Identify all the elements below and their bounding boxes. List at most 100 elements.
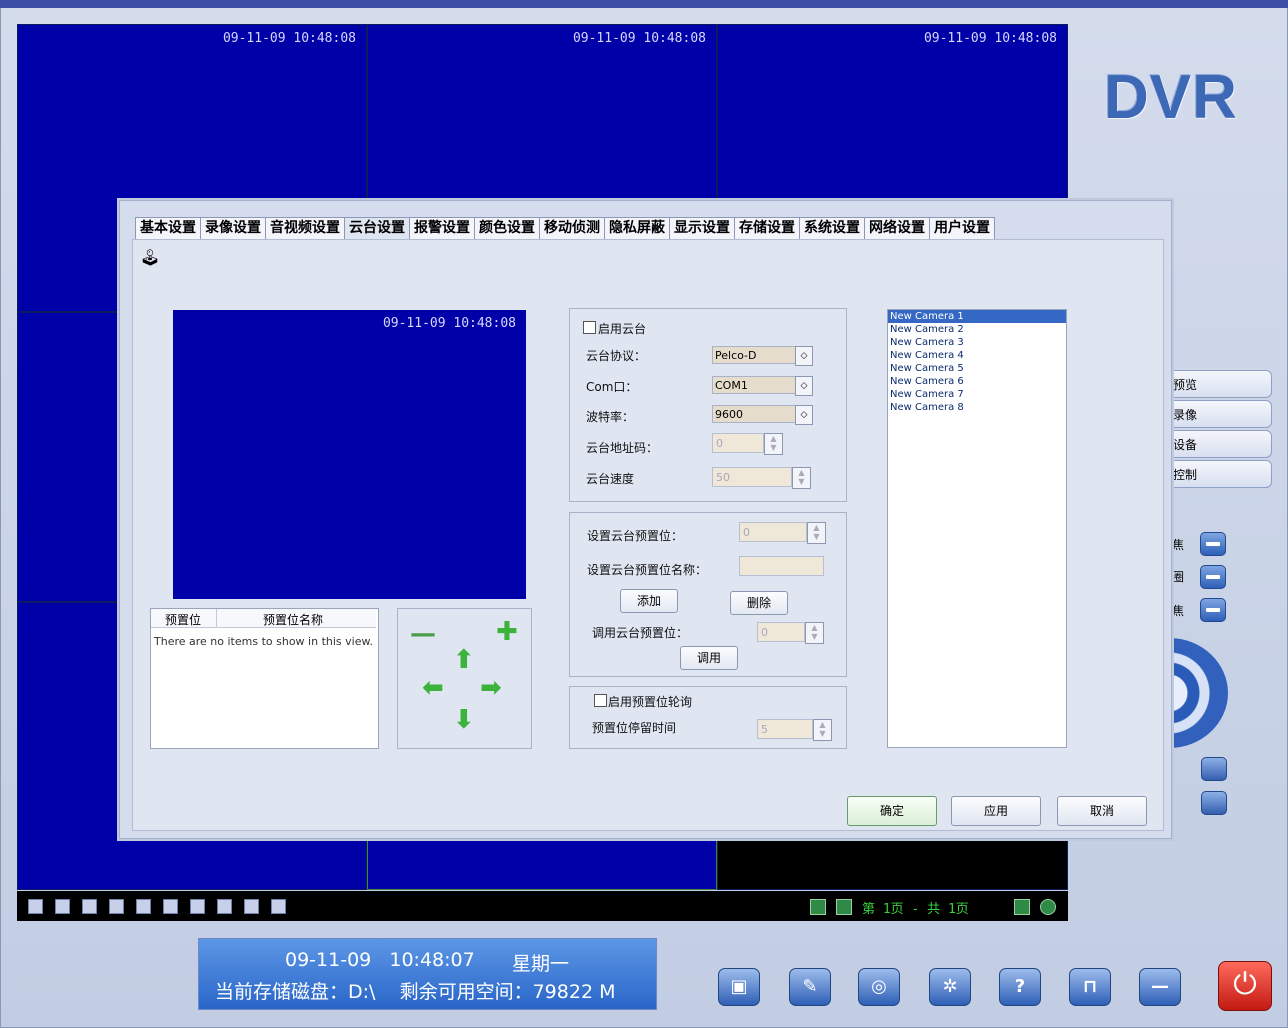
layout-8-icon[interactable] xyxy=(109,899,124,914)
dropdown-icon[interactable]: ◇ xyxy=(795,376,813,396)
next-page-icon[interactable] xyxy=(836,899,852,915)
tab-audio-video[interactable]: 音视频设置 xyxy=(265,217,345,239)
settings-button[interactable]: ✲ xyxy=(929,968,971,1006)
snapshot-button[interactable]: ▣ xyxy=(718,968,760,1006)
left-arrow-icon[interactable]: ⬅ xyxy=(422,675,444,701)
edit-button[interactable]: ✎ xyxy=(789,968,831,1006)
control-button[interactable]: 控制 xyxy=(1168,460,1272,488)
layout-6-icon[interactable] xyxy=(82,899,97,914)
preset-list-header: 预置位 预置位名称 xyxy=(151,609,376,628)
tab-privacy[interactable]: 隐私屏蔽 xyxy=(604,217,670,239)
call-button[interactable]: 调用 xyxy=(680,646,738,670)
refresh-icon[interactable] xyxy=(1040,899,1056,915)
zoom-in-icon[interactable]: ✚ xyxy=(496,619,518,645)
delete-button[interactable]: 删除 xyxy=(730,591,788,615)
tab-color[interactable]: 颜色设置 xyxy=(474,217,540,239)
add-button[interactable]: 添加 xyxy=(620,589,678,613)
layout-1-icon[interactable] xyxy=(28,899,43,914)
spin-icon[interactable]: ▲ ▼ xyxy=(805,622,824,644)
device-button[interactable]: 设备 xyxy=(1168,430,1272,458)
layout-4-icon[interactable] xyxy=(55,899,70,914)
lock-button[interactable]: ⊓ xyxy=(1069,968,1111,1006)
enable-ptz-checkbox[interactable] xyxy=(583,321,596,334)
prev-page-icon[interactable] xyxy=(810,899,826,915)
column-preset[interactable]: 预置位 xyxy=(165,611,201,628)
wireless-icon[interactable] xyxy=(1201,757,1227,781)
dwell-spinner[interactable]: 5 ▲ ▼ xyxy=(757,719,832,741)
camera-item[interactable]: New Camera 3 xyxy=(888,336,1066,349)
fullscreen-icon[interactable] xyxy=(271,899,286,914)
enable-cruise-checkbox[interactable] xyxy=(594,694,607,707)
tab-user[interactable]: 用户设置 xyxy=(929,217,995,239)
camera-item[interactable]: New Camera 8 xyxy=(888,401,1066,414)
camera-item[interactable]: New Camera 7 xyxy=(888,388,1066,401)
preview-button[interactable]: 预览 xyxy=(1168,370,1272,398)
layout-16-icon[interactable] xyxy=(217,899,232,914)
power-button[interactable]: ⏻ xyxy=(1218,961,1272,1011)
record-button[interactable]: 录像 xyxy=(1168,400,1272,428)
camera-item[interactable]: New Camera 2 xyxy=(888,323,1066,336)
zoom-minus-button[interactable] xyxy=(1200,598,1226,622)
playback-button[interactable]: ◎ xyxy=(858,968,900,1006)
iris-minus-button[interactable] xyxy=(1200,565,1226,589)
call-preset-spinner[interactable]: 0 ▲ ▼ xyxy=(757,622,824,644)
tab-alarm[interactable]: 报警设置 xyxy=(409,217,475,239)
speed-spinner[interactable]: 50 ▲ ▼ xyxy=(712,467,811,489)
dropdown-icon[interactable]: ◇ xyxy=(795,405,813,425)
down-arrow-icon[interactable]: ⬇ xyxy=(453,707,475,733)
set-preset-spinner[interactable]: 0 ▲ ▼ xyxy=(739,522,826,544)
camera-list[interactable]: New Camera 1 New Camera 2 New Camera 3 N… xyxy=(887,309,1067,748)
spin-icon[interactable]: ▲ ▼ xyxy=(813,719,832,741)
column-preset-name[interactable]: 预置位名称 xyxy=(263,611,323,628)
tab-basic[interactable]: 基本设置 xyxy=(135,217,201,239)
status-panel: 09-11-09 10:48:07 星期一 当前存储磁盘：D:\ 剩余可用空间：… xyxy=(198,938,657,1010)
spin-icon[interactable]: ▲ ▼ xyxy=(807,522,826,544)
dropdown-icon[interactable]: ◇ xyxy=(795,346,813,366)
layout-13-icon[interactable] xyxy=(190,899,205,914)
tab-ptz[interactable]: 云台设置 xyxy=(344,217,410,240)
minimize-button[interactable]: — xyxy=(1139,968,1181,1006)
apply-button[interactable]: 应用 xyxy=(951,796,1041,826)
focus-minus-button[interactable] xyxy=(1200,532,1226,556)
joystick-icon: 🕹 xyxy=(140,248,161,267)
camera-item[interactable]: New Camera 6 xyxy=(888,375,1066,388)
status-disk: 当前存储磁盘：D:\ 剩余可用空间：79822 M xyxy=(215,981,616,1003)
protocol-select[interactable]: Pelco-D ◇ xyxy=(712,346,813,366)
right-arrow-icon[interactable]: ➡ xyxy=(480,675,502,701)
cancel-button[interactable]: 取消 xyxy=(1057,796,1147,826)
tab-record[interactable]: 录像设置 xyxy=(200,217,266,239)
com-value: COM1 xyxy=(715,379,748,392)
up-arrow-icon[interactable]: ⬆ xyxy=(453,647,475,673)
preset-list[interactable]: 预置位 预置位名称 There are no items to show in … xyxy=(150,608,379,749)
layout-10-icon[interactable] xyxy=(163,899,178,914)
com-select[interactable]: COM1 ◇ xyxy=(712,376,813,396)
baud-label: 波特率： xyxy=(586,410,635,424)
focus-label: 焦 xyxy=(1172,538,1185,552)
tab-motion[interactable]: 移动侦测 xyxy=(539,217,605,239)
grid-icon[interactable] xyxy=(1014,899,1030,915)
tab-display[interactable]: 显示设置 xyxy=(669,217,735,239)
enable-ptz-label: 启用云台 xyxy=(598,322,647,336)
zoom-out-icon[interactable]: — xyxy=(410,621,436,647)
camera-item[interactable]: New Camera 5 xyxy=(888,362,1066,375)
call-preset-value: 0 xyxy=(761,626,768,639)
speed-label: 云台速度 xyxy=(586,472,635,486)
camera-item[interactable]: New Camera 1 xyxy=(888,310,1066,323)
set-preset-value: 0 xyxy=(743,526,750,539)
tab-network[interactable]: 网络设置 xyxy=(864,217,930,239)
com-label: Com口： xyxy=(586,380,638,394)
camera-item[interactable]: New Camera 4 xyxy=(888,349,1066,362)
spin-icon[interactable]: ▲ ▼ xyxy=(764,433,783,455)
dwell-value: 5 xyxy=(761,723,768,736)
ok-button[interactable]: 确定 xyxy=(847,796,937,826)
spin-icon[interactable]: ▲ ▼ xyxy=(792,467,811,489)
address-spinner[interactable]: 0 ▲ ▼ xyxy=(712,433,783,455)
help-button[interactable]: ? xyxy=(999,968,1041,1006)
baud-select[interactable]: 9600 ◇ xyxy=(712,405,813,425)
preset-name-input[interactable] xyxy=(739,556,824,576)
layout-25-icon[interactable] xyxy=(244,899,259,914)
tab-storage[interactable]: 存储设置 xyxy=(734,217,800,239)
tab-system[interactable]: 系统设置 xyxy=(799,217,865,239)
layout-9-icon[interactable] xyxy=(136,899,151,914)
camera-settings-icon[interactable] xyxy=(1201,791,1227,815)
